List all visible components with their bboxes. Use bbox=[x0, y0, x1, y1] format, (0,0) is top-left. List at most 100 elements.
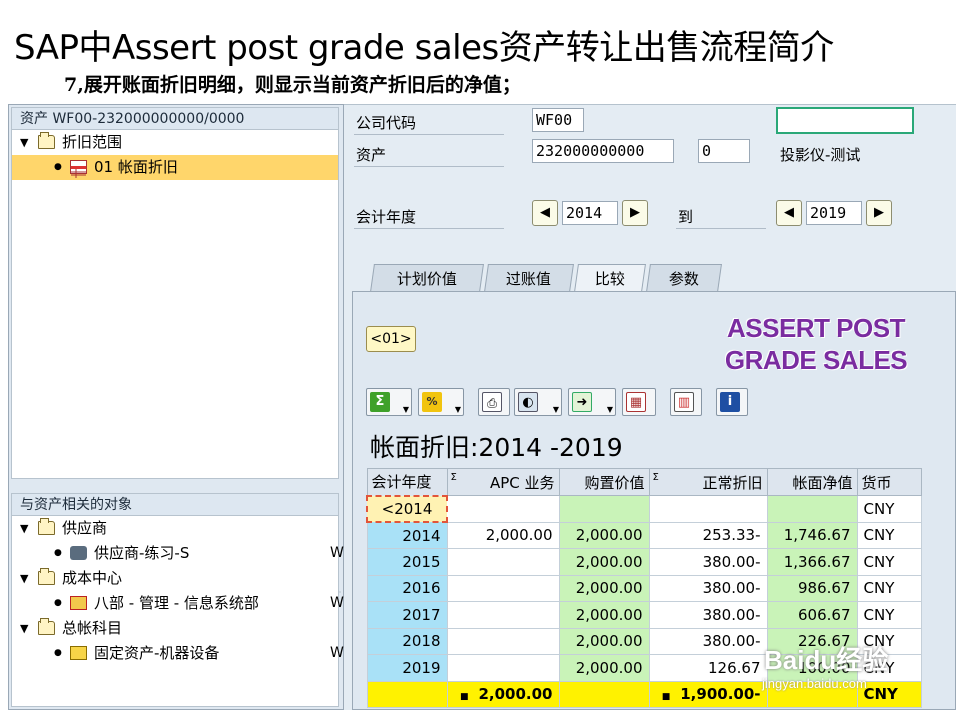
cell-currency[interactable]: CNY bbox=[856, 495, 922, 523]
tab-planned-values[interactable]: 计划价值 bbox=[370, 264, 484, 292]
column-header[interactable]: 购置价值 bbox=[558, 468, 650, 496]
cell-normal-dep[interactable]: 380.00- bbox=[648, 627, 768, 655]
table-row[interactable]: 2017 2,000.00 380.00- 606.67 CNY bbox=[366, 601, 922, 629]
column-header[interactable]: 会计年度 bbox=[366, 468, 448, 496]
cell-book-value[interactable] bbox=[766, 495, 858, 523]
layout-button[interactable]: ▦ bbox=[622, 388, 656, 416]
cell-apc[interactable] bbox=[446, 548, 560, 576]
cell-year[interactable]: 2019 bbox=[366, 654, 448, 682]
view-icon: ◐ bbox=[518, 392, 538, 412]
cell-year[interactable]: 2014 bbox=[366, 521, 448, 549]
tab-comparison[interactable]: 比较 bbox=[574, 264, 646, 292]
tree-node-cost-center[interactable]: ▼ 成本中心 bbox=[12, 566, 338, 591]
cell-book-value[interactable]: 986.67 bbox=[766, 574, 858, 602]
column-header[interactable]: 帐面净值 bbox=[766, 468, 858, 496]
cell-purchase[interactable]: 2,000.00 bbox=[558, 548, 650, 576]
view-button[interactable]: ◐ ▼ bbox=[514, 388, 562, 416]
sum-button[interactable]: Σ ▼ bbox=[366, 388, 412, 416]
credit-url: jingyan.baidu.com bbox=[762, 676, 867, 691]
cell-purchase[interactable]: 2,000.00 bbox=[558, 601, 650, 629]
expand-triangle-icon[interactable]: ▼ bbox=[20, 130, 28, 155]
next-to-year-button[interactable]: ▶ bbox=[866, 200, 892, 226]
to-year-field[interactable]: 2019 bbox=[806, 201, 862, 225]
asset-number-field[interactable]: 232000000000 bbox=[532, 139, 674, 163]
cell-year[interactable]: 2017 bbox=[366, 601, 448, 629]
tree-node-cost-center-item[interactable]: ● 八部 - 管理 - 信息系统部 W bbox=[12, 591, 344, 616]
cell-normal-dep[interactable] bbox=[648, 495, 768, 523]
cell-apc[interactable] bbox=[446, 627, 560, 655]
column-label: 货币 bbox=[861, 473, 892, 492]
column-label: 正常折旧 bbox=[702, 473, 763, 492]
cell-year[interactable]: 2016 bbox=[366, 574, 448, 602]
prev-year-button[interactable]: ◀ bbox=[532, 200, 558, 226]
company-code-field[interactable]: WF00 bbox=[532, 108, 584, 132]
related-objects-header: 与资产相关的对象 bbox=[12, 494, 338, 516]
expand-triangle-icon[interactable]: ▼ bbox=[20, 516, 28, 541]
left-navigation-panel: 资产 WF00-232000000000/0000 ▼ 折旧范围 ● 01 帐面… bbox=[8, 104, 344, 710]
cell-currency[interactable]: CNY bbox=[856, 521, 922, 549]
depreciation-area-button[interactable]: <01> bbox=[366, 326, 416, 352]
column-header[interactable]: 货币 bbox=[856, 468, 922, 496]
print-button[interactable]: ⎙ bbox=[478, 388, 510, 416]
table-row[interactable]: 2016 2,000.00 380.00- 986.67 CNY bbox=[366, 574, 922, 602]
cell-normal-dep[interactable]: 380.00- bbox=[648, 548, 768, 576]
prev-to-year-button[interactable]: ◀ bbox=[776, 200, 802, 226]
asset-subnumber-field[interactable]: 0 bbox=[698, 139, 750, 163]
cell-purchase[interactable]: 2,000.00 bbox=[558, 627, 650, 655]
cell-currency[interactable]: CNY bbox=[856, 601, 922, 629]
next-year-button[interactable]: ▶ bbox=[622, 200, 648, 226]
gl-account-icon bbox=[70, 646, 87, 660]
company-code-label: 公司代码 bbox=[356, 114, 417, 132]
table-row[interactable]: <2014 CNY bbox=[366, 494, 922, 523]
cell-apc-total[interactable]: ■ 2,000.00 bbox=[446, 680, 560, 708]
cell-currency[interactable]: CNY bbox=[856, 548, 922, 576]
cell-year[interactable]: 2015 bbox=[366, 548, 448, 576]
cell-apc[interactable]: 2,000.00 bbox=[446, 521, 560, 549]
cell-apc[interactable] bbox=[446, 574, 560, 602]
export-button[interactable]: ➜ ▼ bbox=[568, 388, 616, 416]
cell-purchase[interactable]: 2,000.00 bbox=[558, 574, 650, 602]
expand-triangle-icon[interactable]: ▼ bbox=[20, 566, 28, 591]
table-row[interactable]: 2015 2,000.00 380.00- 1,366.67 CNY bbox=[366, 548, 922, 576]
cell-book-value[interactable]: 1,366.67 bbox=[766, 548, 858, 576]
info-icon: i bbox=[720, 392, 740, 412]
dropdown-icon: ▼ bbox=[454, 405, 461, 414]
cell-purchase[interactable]: 2,000.00 bbox=[558, 521, 650, 549]
cell-book-value[interactable]: 1,746.67 bbox=[766, 521, 858, 549]
subtotal-button[interactable]: % ▼ bbox=[418, 388, 464, 416]
column-header[interactable]: Σ APC 业务 bbox=[446, 468, 560, 496]
expand-triangle-icon[interactable]: ▼ bbox=[20, 616, 28, 641]
subtotal-bullet-icon: ■ bbox=[661, 692, 671, 703]
tab-parameters[interactable]: 参数 bbox=[646, 264, 722, 292]
cell-apc[interactable] bbox=[446, 601, 560, 629]
tree-node-vendor[interactable]: ▼ 供应商 bbox=[12, 516, 338, 541]
grid-header-row: 会计年度 Σ APC 业务 购置价值 Σ 正常折旧 帐面净值 货币 bbox=[366, 468, 922, 496]
tree-node-gl-account[interactable]: ▼ 总帐科目 bbox=[12, 616, 338, 641]
tab-posted-values[interactable]: 过账值 bbox=[484, 264, 574, 292]
cell-normal-dep-total[interactable]: ■ 1,900.00- bbox=[648, 680, 768, 708]
info-button[interactable]: i bbox=[716, 388, 748, 416]
cell-normal-dep[interactable]: 253.33- bbox=[648, 521, 768, 549]
table-row[interactable]: 2014 2,000.00 2,000.00 253.33- 1,746.67 … bbox=[366, 521, 922, 549]
cell-currency[interactable]: CNY bbox=[856, 574, 922, 602]
cell-purchase[interactable]: 2,000.00 bbox=[558, 654, 650, 682]
from-year-field[interactable]: 2014 bbox=[562, 201, 618, 225]
tree-node-gl-account-item[interactable]: ● 固定资产-机器设备 W bbox=[12, 641, 344, 666]
cost-center-icon bbox=[70, 596, 87, 610]
column-header[interactable]: Σ 正常折旧 bbox=[648, 468, 768, 496]
cell-normal-dep[interactable]: 380.00- bbox=[648, 574, 768, 602]
cell-book-value[interactable]: 606.67 bbox=[766, 601, 858, 629]
cell-apc[interactable] bbox=[446, 654, 560, 682]
asset-status-field[interactable] bbox=[776, 107, 914, 134]
tree-node-book-depreciation[interactable]: ● 01 帐面折旧 bbox=[12, 155, 338, 180]
cell-normal-dep[interactable]: 126.67 bbox=[648, 654, 768, 682]
cell-apc[interactable] bbox=[446, 495, 560, 523]
tree-node-vendor-item[interactable]: ● 供应商-练习-S W bbox=[12, 541, 344, 566]
cell-year[interactable]: 2018 bbox=[366, 627, 448, 655]
cell-normal-dep[interactable]: 380.00- bbox=[648, 601, 768, 629]
tree-node-depreciation-areas[interactable]: ▼ 折旧范围 bbox=[12, 130, 338, 155]
cell-year[interactable]: <2014 bbox=[366, 494, 448, 523]
dropdown-icon: ▼ bbox=[552, 405, 559, 414]
graphic-button[interactable]: ▥ bbox=[670, 388, 702, 416]
cell-purchase[interactable] bbox=[558, 495, 650, 523]
